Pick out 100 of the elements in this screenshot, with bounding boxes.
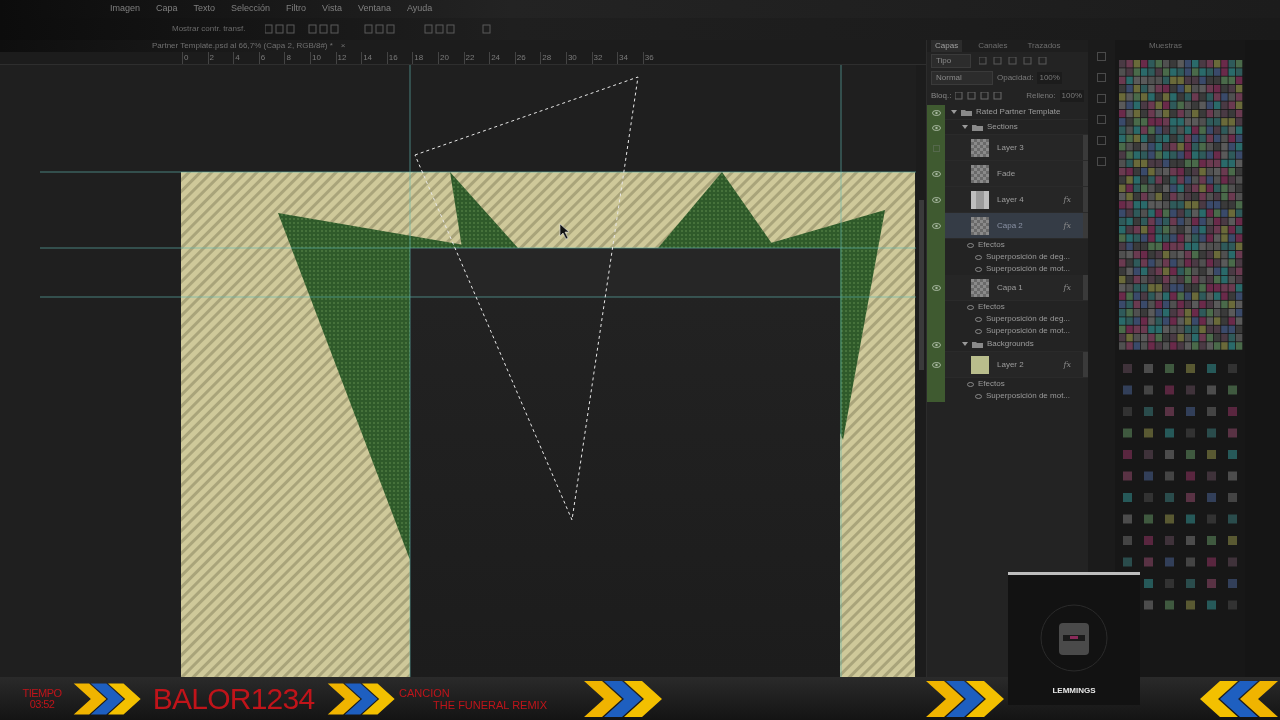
fx-badge[interactable]: fx: [1063, 358, 1071, 371]
menu-item[interactable]: Texto: [193, 2, 216, 16]
ruler-tick-label: 26: [514, 52, 541, 64]
panel-toggle-icon[interactable]: [1097, 73, 1106, 82]
ruler-tick-label: 30: [565, 52, 592, 64]
opacity-label: Opacidad:: [997, 72, 1034, 84]
ruler-tick-label: 10: [309, 52, 336, 64]
visibility-column: [927, 390, 945, 402]
layer-group-name: Backgrounds: [987, 338, 1034, 350]
fx-badge[interactable]: fx: [1063, 281, 1071, 294]
document-tab[interactable]: Partner Template.psd al 66,7% (Capa 2, RGB/8#) *: [152, 40, 333, 52]
ruler-tick-label: 16: [386, 52, 413, 64]
ruler-tick-label: 4: [233, 52, 259, 64]
eye-icon[interactable]: [931, 285, 941, 291]
blend-mode-dropdown[interactable]: Normal: [931, 71, 993, 85]
disclosure-triangle-icon[interactable]: [951, 109, 957, 115]
folder-icon: [961, 108, 972, 116]
panel-toggle-icon[interactable]: [1097, 94, 1106, 103]
panel-tab[interactable]: Canales: [974, 40, 1012, 52]
effects-label: Efectos: [978, 378, 1005, 390]
fx-badge[interactable]: fx: [1063, 193, 1071, 206]
layer-name: Layer 3: [997, 141, 1025, 154]
opacity-field[interactable]: 100%: [1037, 72, 1062, 84]
transform-controls-label[interactable]: Mostrar contr. transf.: [172, 23, 246, 35]
effect-name: Superposición de deg...: [986, 251, 1071, 263]
ruler-tick-label: 22: [463, 52, 490, 64]
menu-item[interactable]: Vista: [322, 2, 342, 16]
ruler-tick-label: 8: [284, 52, 310, 64]
effects-label: Efectos: [978, 301, 1005, 313]
layer-name: Layer 4: [997, 193, 1025, 206]
menu-item[interactable]: Filtro: [286, 2, 307, 16]
time-value: 03:52: [29, 698, 55, 710]
layer-group-name: Sections: [987, 121, 1018, 133]
vertical-scrollbar[interactable]: [916, 65, 926, 677]
close-icon[interactable]: ×: [340, 40, 346, 52]
helmet-drawing: [1039, 603, 1109, 673]
ruler-tick-label: 36: [642, 52, 669, 64]
panel-toggle-icon[interactable]: [1097, 115, 1106, 124]
ruler-tick-label: 14: [361, 52, 387, 64]
filter-icons-drawing[interactable]: [979, 56, 1049, 65]
lock-icons-drawing[interactable]: [955, 92, 1004, 100]
effects-label: Efectos: [978, 239, 1005, 251]
swatches-grid-drawing[interactable]: [1119, 60, 1244, 352]
chevrons-icon: [1200, 678, 1280, 719]
folder-icon: [972, 340, 983, 348]
layer-row[interactable]: Layer 3: [927, 135, 1088, 161]
layer-name: Capa 2: [997, 219, 1024, 232]
visibility-toggle[interactable]: [932, 144, 940, 152]
folder-icon: [972, 123, 983, 131]
visibility-cell[interactable]: [927, 105, 945, 120]
eye-icon[interactable]: [931, 124, 941, 131]
effect-name: Superposición de deg...: [986, 313, 1071, 325]
ruler-tick-label: 28: [540, 52, 566, 64]
eye-icon[interactable]: [931, 171, 941, 177]
layer-row[interactable]: Capa 2 fx: [927, 213, 1088, 239]
eye-icon[interactable]: [931, 341, 941, 348]
panel-tab[interactable]: Muestras: [1149, 40, 1245, 52]
disclosure-triangle-icon[interactable]: [962, 124, 968, 130]
ruler-tick-label: 24: [489, 52, 515, 64]
layer-group-name: Rated Partner Template: [976, 106, 1061, 118]
time-label: TIEMPO: [22, 687, 62, 699]
layer-row[interactable]: Layer 2 fx: [927, 352, 1088, 378]
ruler-tick-label: 6: [258, 52, 285, 64]
panel-toggle-icon[interactable]: [1097, 157, 1106, 166]
layer-name: Fade: [997, 167, 1017, 180]
menu-item[interactable]: Imagen: [110, 2, 141, 16]
chevrons-icon: [582, 678, 662, 719]
menu-item[interactable]: Ventana: [357, 2, 391, 16]
ruler-tick-label: 0: [182, 52, 208, 64]
menu-item[interactable]: Capa: [156, 2, 178, 16]
panel-toggle-icon[interactable]: [1097, 52, 1106, 61]
layer-row[interactable]: Layer 4 fx: [927, 187, 1088, 213]
eye-icon[interactable]: [931, 362, 941, 368]
effect-name: Superposición de mot...: [986, 390, 1071, 402]
song-label: CANCION: [399, 686, 451, 699]
menu-item[interactable]: Ayuda: [407, 2, 433, 16]
panel-tab[interactable]: Trazados: [1023, 40, 1065, 52]
fill-field[interactable]: 100%: [1059, 90, 1084, 102]
disclosure-triangle-icon[interactable]: [962, 341, 968, 347]
ruler-tick-label: 20: [437, 52, 464, 64]
channel-name: BALOR1234: [152, 681, 315, 717]
eye-icon[interactable]: [931, 197, 941, 203]
eye-icon[interactable]: [931, 223, 941, 229]
layer-name: Layer 2: [997, 358, 1025, 371]
ruler-tick-label: 18: [412, 52, 438, 64]
layer-name: Capa 1: [997, 281, 1024, 294]
fill-label: Relleno:: [1026, 90, 1056, 102]
effect-name: Superposición de mot...: [986, 263, 1071, 275]
ruler-tick-label: 12: [335, 52, 362, 64]
lock-label: Bloq.:: [931, 90, 952, 102]
menu-item[interactable]: Selección: [231, 2, 271, 16]
album-title: LEMMINGS: [1052, 685, 1096, 697]
layer-row[interactable]: Capa 1 fx: [927, 275, 1088, 301]
fx-badge[interactable]: fx: [1063, 219, 1071, 232]
effect-name: Superposición de mot...: [986, 325, 1071, 337]
panel-toggle-icon[interactable]: [1097, 136, 1106, 145]
layer-row[interactable]: Fade: [927, 161, 1088, 187]
eye-icon[interactable]: [931, 109, 941, 116]
filter-dropdown[interactable]: Tipo: [931, 53, 971, 68]
panel-tab[interactable]: Capas: [931, 40, 963, 52]
